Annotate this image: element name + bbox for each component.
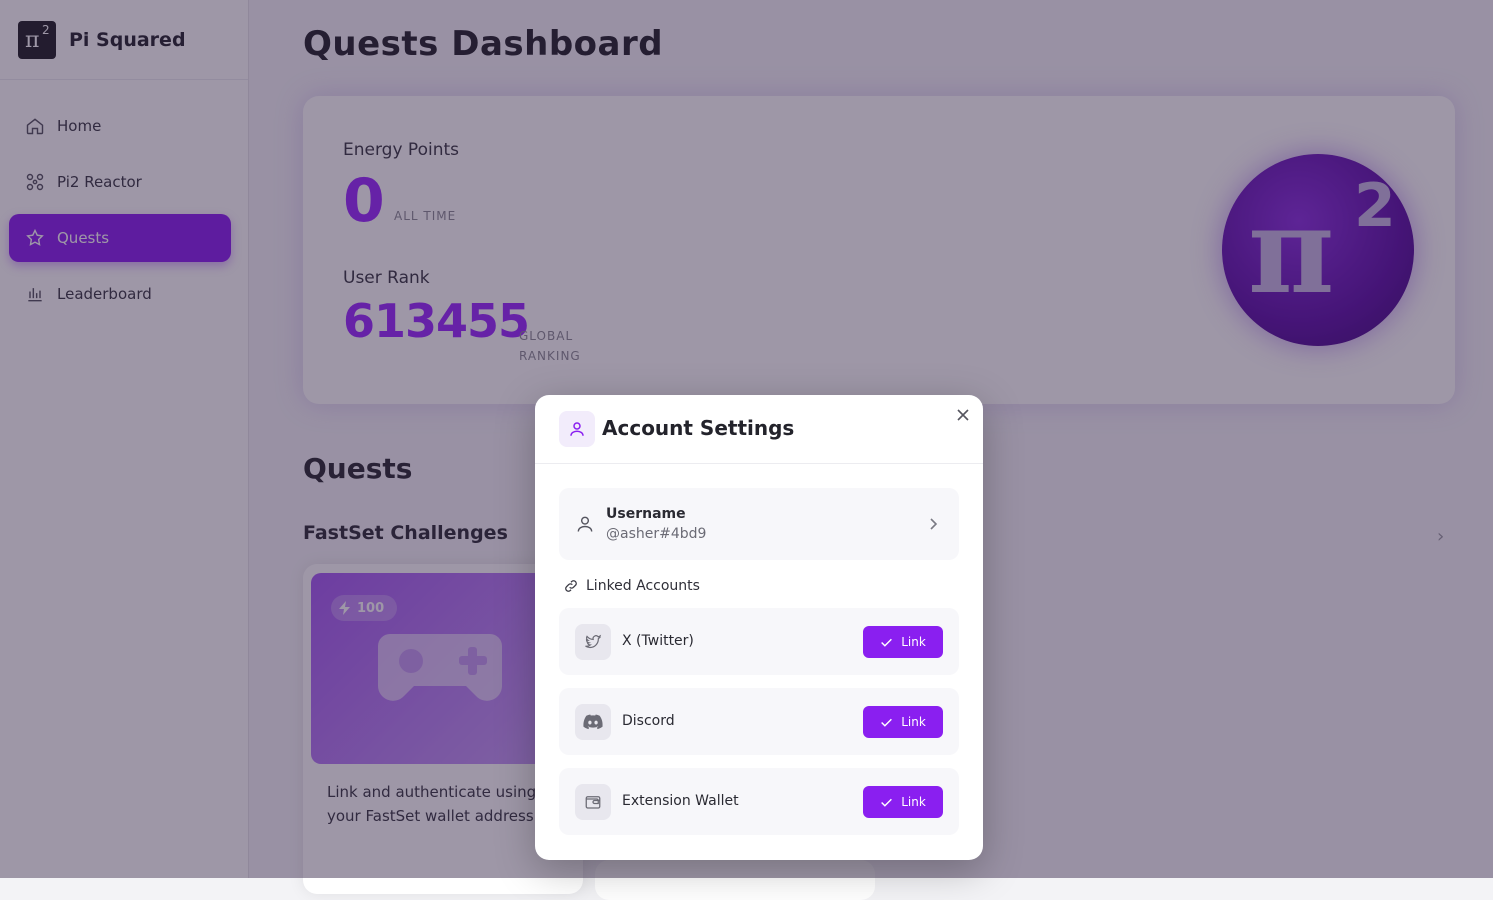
modal-header: Account Settings xyxy=(535,395,983,464)
wallet-icon xyxy=(575,784,611,820)
linked-account-row-discord: Discord Link xyxy=(559,688,959,755)
link-button-label: Link xyxy=(901,795,926,809)
user-icon xyxy=(577,516,593,532)
discord-icon xyxy=(575,704,611,740)
account-name: Extension Wallet xyxy=(622,793,739,809)
chevron-right-icon xyxy=(930,518,938,530)
account-name: X (Twitter) xyxy=(622,633,694,649)
account-name: Discord xyxy=(622,713,675,729)
linked-accounts-header: Linked Accounts xyxy=(563,578,700,594)
linked-account-row-wallet: Extension Wallet Link xyxy=(559,768,959,835)
user-icon xyxy=(559,411,595,447)
username-row[interactable]: Username @asher#4bd9 xyxy=(559,488,959,560)
link-button-label: Link xyxy=(901,715,926,729)
check-icon xyxy=(881,718,893,727)
close-icon[interactable] xyxy=(955,407,971,423)
link-button-label: Link xyxy=(901,635,926,649)
linked-accounts-label: Linked Accounts xyxy=(586,578,700,594)
linked-account-row-twitter: X (Twitter) Link xyxy=(559,608,959,675)
check-icon xyxy=(881,638,893,647)
account-settings-modal: Account Settings Username @asher#4bd9 Li… xyxy=(535,395,983,860)
username-label: Username xyxy=(606,506,686,522)
link-twitter-button[interactable]: Link xyxy=(863,626,943,658)
modal-title: Account Settings xyxy=(602,416,795,440)
link-wallet-button[interactable]: Link xyxy=(863,786,943,818)
link-icon xyxy=(565,580,577,592)
username-value: @asher#4bd9 xyxy=(606,526,707,542)
twitter-icon xyxy=(575,624,611,660)
link-discord-button[interactable]: Link xyxy=(863,706,943,738)
check-icon xyxy=(881,798,893,807)
